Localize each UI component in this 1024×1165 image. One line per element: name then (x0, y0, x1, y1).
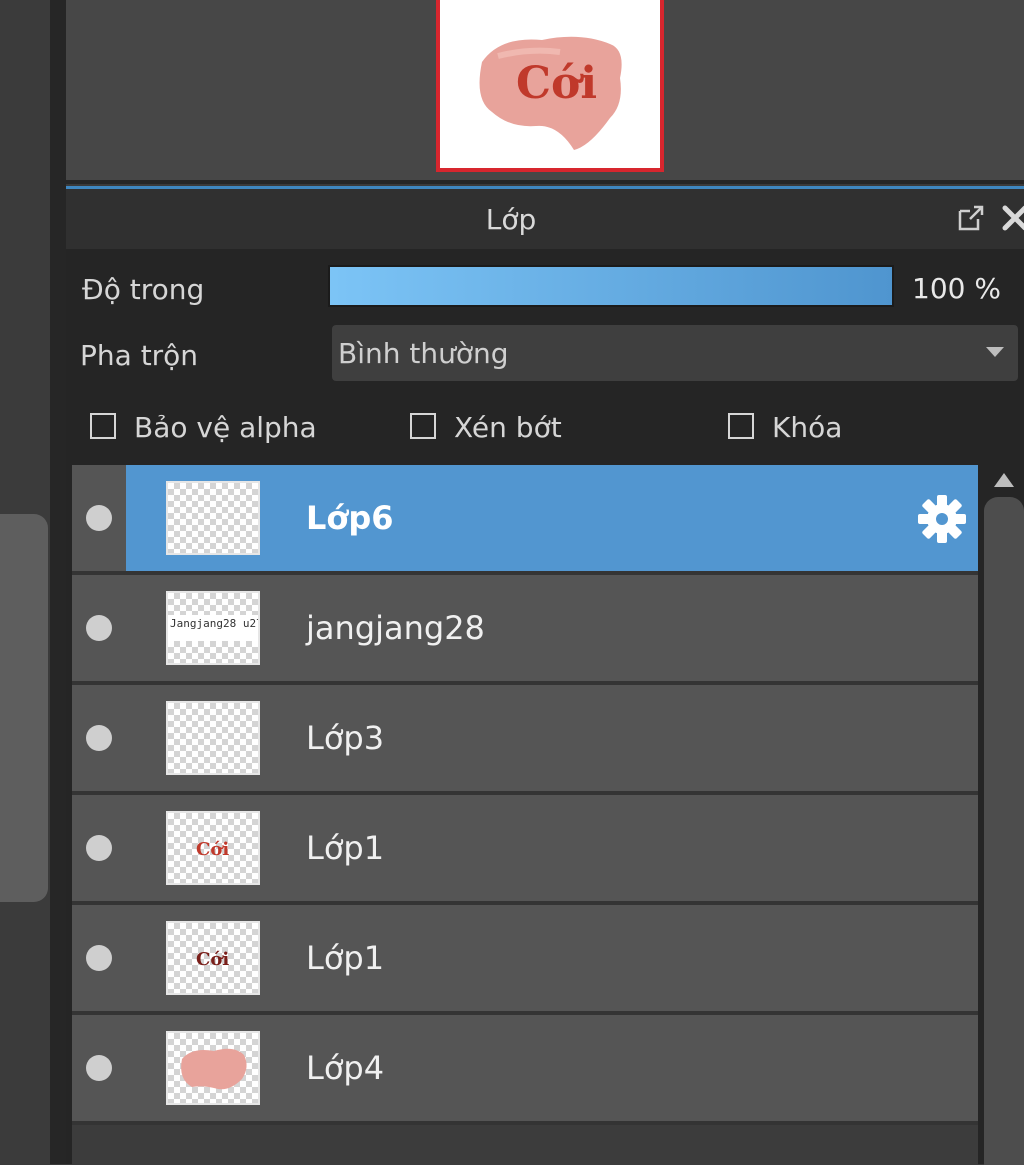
canvas-preview[interactable]: Cới (436, 0, 664, 172)
checkbox-box[interactable] (410, 413, 436, 439)
blend-label: Pha trộn (80, 339, 199, 372)
close-icon[interactable] (1000, 203, 1024, 233)
watermark-thumb-text: Jangjang28 u2767 (170, 617, 258, 630)
protect-alpha-checkbox[interactable]: Bảo vệ alpha (90, 411, 340, 445)
lock-checkbox[interactable]: Khóa (728, 411, 858, 445)
popout-icon[interactable] (956, 203, 986, 233)
layer-thumbnail (166, 701, 260, 775)
layer-list: Lớp6 Jangjang28 u2 jangjang28 Lớp3 Cới L… (72, 465, 978, 1165)
panel-title: Lớp (485, 203, 537, 236)
watermark-thumbnail-art: Jangjang28 u2767 (168, 615, 258, 641)
chevron-down-icon (986, 347, 1004, 357)
thumb-text: Cới (196, 949, 229, 970)
layer-row-lop3[interactable]: Lớp3 (72, 685, 978, 795)
scrollbar-track[interactable] (984, 497, 1024, 1165)
blend-mode-select[interactable]: Bình thường (332, 325, 1018, 381)
red-text-thumbnail-art: Cới (196, 839, 229, 860)
blend-mode-value: Bình thường (338, 337, 509, 370)
visibility-dot-icon (86, 725, 112, 751)
layer-row-lop1-b[interactable]: Cới Lớp1 (72, 905, 978, 1015)
canvas-preview-art: Cới (479, 36, 622, 150)
visibility-toggle[interactable] (72, 795, 126, 901)
layer-name: Lớp3 (306, 719, 385, 757)
scroll-up-icon[interactable] (994, 473, 1014, 487)
panel-header: Lớp (66, 189, 1024, 249)
visibility-toggle[interactable] (72, 575, 126, 681)
layer-name: Lớp1 (306, 829, 385, 867)
layer-thumbnail: Cới (166, 921, 260, 995)
layer-thumbnail: Jangjang28 u2767 (166, 591, 260, 665)
navigator-separator (66, 180, 1024, 184)
layer-name: Lớp1 (306, 939, 385, 977)
layer-name: jangjang28 (306, 609, 485, 647)
opacity-value: 100 % (912, 272, 1001, 305)
clip-checkbox[interactable]: Xén bớt (410, 411, 580, 445)
layer-row-lop1-a[interactable]: Cới Lớp1 (72, 795, 978, 905)
checkbox-label: Khóa (772, 411, 843, 444)
layer-thumbnail: Cới (166, 811, 260, 885)
left-tool-strip (0, 0, 66, 1164)
layer-list-scrollbar[interactable] (984, 465, 1024, 1165)
layer-row-lop4[interactable]: Lớp4 (72, 1015, 978, 1125)
layer-row-lop6[interactable]: Lớp6 (72, 465, 978, 575)
pink-brush-thumbnail-art (181, 1048, 247, 1090)
visibility-toggle[interactable] (72, 685, 126, 791)
opacity-label: Độ trong (82, 273, 205, 306)
checkbox-box[interactable] (90, 413, 116, 439)
layer-thumbnail (166, 481, 260, 555)
visibility-toggle[interactable] (72, 465, 126, 571)
layer-panel: Lớp Độ trong 100 % Pha trộn Bình thường … (66, 189, 1024, 1165)
thumb-text: Cới (196, 839, 229, 860)
left-scrollbar-thumb[interactable] (0, 514, 48, 902)
gear-icon[interactable] (916, 493, 968, 545)
visibility-toggle[interactable] (72, 905, 126, 1011)
dark-red-text-thumbnail-art: Cới (196, 949, 229, 970)
preview-text: Cới (516, 58, 597, 109)
visibility-dot-icon (86, 835, 112, 861)
visibility-dot-icon (86, 945, 112, 971)
visibility-dot-icon (86, 505, 112, 531)
navigator-panel: Cới (66, 0, 1024, 180)
panel-divider[interactable] (50, 0, 66, 1164)
checkbox-box[interactable] (728, 413, 754, 439)
layer-thumbnail (166, 1031, 260, 1105)
visibility-dot-icon (86, 1055, 112, 1081)
layer-name: Lớp4 (306, 1049, 385, 1087)
checkbox-label: Xén bớt (454, 411, 562, 444)
checkbox-label: Bảo vệ alpha (134, 411, 317, 444)
layer-row-jangjang28[interactable]: Jangjang28 u2767 jangjang28 (72, 575, 978, 685)
opacity-slider[interactable] (328, 265, 894, 307)
visibility-dot-icon (86, 615, 112, 641)
visibility-toggle[interactable] (72, 1015, 126, 1121)
layer-name: Lớp6 (306, 499, 394, 537)
